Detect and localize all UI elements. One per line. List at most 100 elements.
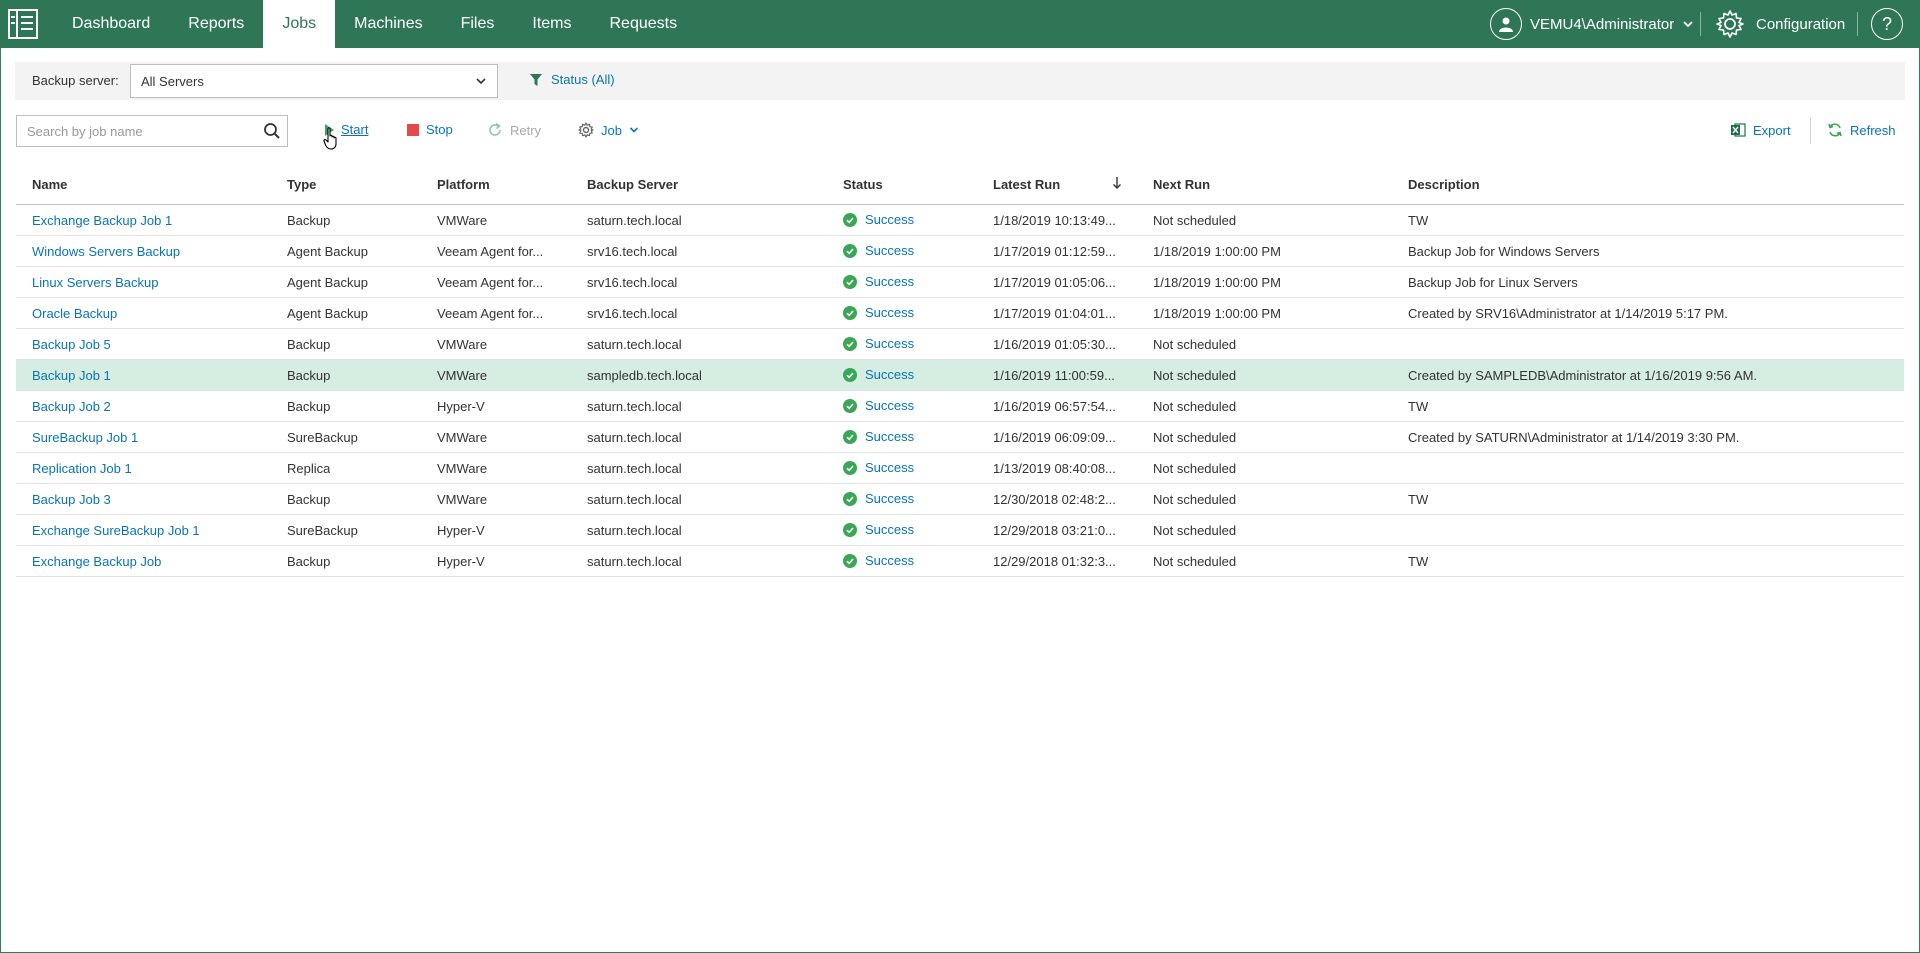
job-status[interactable]: Success — [843, 367, 914, 382]
job-platform: Veeam Agent for... — [437, 275, 544, 290]
job-status-label: Success — [865, 212, 915, 227]
job-name-link[interactable]: Backup Job 2 — [32, 399, 111, 414]
tab-items[interactable]: Items — [513, 0, 590, 48]
job-type: Agent Backup — [287, 306, 368, 321]
table-row[interactable]: Oracle Backup Agent Backup Veeam Agent for… — [16, 298, 1904, 329]
job-type: Backup — [287, 213, 331, 228]
job-status-label: Success — [865, 491, 915, 506]
job-latest-run: 1/17/2019 01:04:01... — [993, 306, 1116, 321]
job-backup-server: saturn.tech.local — [587, 492, 682, 507]
tab-files[interactable]: Files — [442, 0, 514, 48]
job-name-link[interactable]: Backup Job 1 — [32, 368, 111, 383]
job-latest-run: 12/29/2018 01:32:3... — [993, 554, 1116, 569]
job-status[interactable]: Success — [843, 274, 914, 289]
job-name-link[interactable]: Backup Job 5 — [32, 337, 111, 352]
tab-requests[interactable]: Requests — [591, 0, 697, 48]
job-status[interactable]: Success — [843, 429, 914, 444]
column-header-type[interactable]: Type — [287, 177, 316, 192]
job-status-label: Success — [865, 243, 915, 258]
job-name-link[interactable]: Exchange SureBackup Job 1 — [32, 523, 200, 538]
job-backup-server: saturn.tech.local — [587, 213, 682, 228]
job-status[interactable]: Success — [843, 460, 914, 475]
job-next-run: 1/18/2019 1:00:00 PM — [1153, 244, 1281, 259]
column-header-latest-run[interactable]: Latest Run — [993, 177, 1060, 192]
job-name-link[interactable]: Exchange Backup Job — [32, 554, 161, 569]
retry-button[interactable]: Retry — [487, 122, 541, 138]
job-status-label: Success — [865, 398, 915, 413]
tab-machines[interactable]: Machines — [335, 0, 441, 48]
tab-reports[interactable]: Reports — [169, 0, 263, 48]
export-button[interactable]: Export — [1730, 122, 1791, 138]
stop-button[interactable]: Stop — [407, 122, 453, 137]
job-next-run: 1/18/2019 1:00:00 PM — [1153, 275, 1281, 290]
table-row[interactable]: Windows Servers Backup Agent Backup Veeam … — [16, 236, 1904, 267]
table-row[interactable]: Backup Job 1 Backup VMWare sampledb.tech.lo… — [16, 360, 1904, 391]
refresh-button[interactable]: Refresh — [1827, 122, 1896, 138]
job-next-run: Not scheduled — [1153, 213, 1237, 228]
column-header-status[interactable]: Status — [843, 177, 883, 192]
table-row[interactable]: Exchange Backup Job 1 Backup VMWare saturn.… — [16, 205, 1904, 236]
job-name-link[interactable]: Exchange Backup Job 1 — [32, 213, 172, 228]
table-row[interactable]: Backup Job 2 Backup Hyper-V saturn.tech.loc… — [16, 391, 1904, 422]
stop-icon — [407, 123, 419, 136]
job-status[interactable]: Success — [843, 336, 914, 351]
job-platform: VMWare — [437, 213, 488, 228]
job-menu-button[interactable]: Job — [578, 122, 639, 138]
column-header-description[interactable]: Description — [1408, 177, 1480, 192]
divider — [1857, 12, 1858, 36]
user-menu[interactable]: VEMU4\Administrator — [1490, 8, 1694, 40]
job-latest-run: 1/18/2019 10:13:49... — [993, 213, 1116, 228]
job-name-link[interactable]: Replication Job 1 — [32, 461, 132, 476]
job-name-link[interactable]: Linux Servers Backup — [32, 275, 158, 290]
job-name-link[interactable]: SureBackup Job 1 — [32, 430, 138, 445]
table-row[interactable]: Replication Job 1 Replica VMWare saturn.tec… — [16, 453, 1904, 484]
app-logo-icon[interactable] — [6, 8, 40, 40]
job-status[interactable]: Success — [843, 243, 914, 258]
stop-label: Stop — [426, 122, 453, 137]
job-latest-run: 1/16/2019 11:00:59... — [993, 368, 1115, 383]
table-row[interactable]: Backup Job 5 Backup VMWare saturn.tech.loca… — [16, 329, 1904, 360]
job-status[interactable]: Success — [843, 212, 914, 227]
job-name-link[interactable]: Windows Servers Backup — [32, 244, 180, 259]
job-description: Created by SATURN\Administrator at 1/14/… — [1408, 430, 1740, 445]
search-icon[interactable] — [263, 122, 281, 140]
column-header-name[interactable]: Name — [32, 177, 67, 192]
job-latest-run: 1/16/2019 06:09:09... — [993, 430, 1116, 445]
column-header-next-run[interactable]: Next Run — [1153, 177, 1210, 192]
status-filter-button[interactable]: Status (All) — [529, 72, 615, 87]
job-name-link[interactable]: Oracle Backup — [32, 306, 117, 321]
column-header-backup-server[interactable]: Backup Server — [587, 177, 678, 192]
success-check-icon — [843, 212, 857, 227]
success-check-icon — [843, 274, 857, 289]
table-row[interactable]: SureBackup Job 1 SureBackup VMWare saturn.t… — [16, 422, 1904, 453]
success-check-icon — [843, 367, 857, 382]
job-platform: VMWare — [437, 368, 488, 383]
job-status[interactable]: Success — [843, 305, 914, 320]
help-button[interactable]: ? — [1871, 8, 1903, 40]
job-status[interactable]: Success — [843, 491, 914, 506]
success-check-icon — [843, 336, 857, 351]
table-row[interactable]: Linux Servers Backup Agent Backup Veeam Ag… — [16, 267, 1904, 298]
backup-server-select[interactable]: All Servers — [130, 64, 498, 98]
tab-dashboard[interactable]: Dashboard — [53, 0, 169, 48]
job-status-label: Success — [865, 522, 915, 537]
job-platform: Veeam Agent for... — [437, 306, 544, 321]
search-input[interactable] — [17, 116, 247, 146]
user-name: VEMU4\Administrator — [1530, 15, 1675, 33]
column-header-platform[interactable]: Platform — [437, 177, 490, 192]
job-type: SureBackup — [287, 430, 358, 445]
job-latest-run: 12/29/2018 03:21:0... — [993, 523, 1116, 538]
job-status[interactable]: Success — [843, 398, 914, 413]
table-row[interactable]: Exchange Backup Job Backup Hyper-V saturn.t… — [16, 546, 1904, 577]
table-row[interactable]: Exchange SureBackup Job 1 SureBackup Hyper… — [16, 515, 1904, 546]
tab-jobs[interactable]: Jobs — [263, 0, 336, 48]
job-backup-server: sampledb.tech.local — [587, 368, 702, 383]
configuration-button[interactable]: Configuration — [1714, 8, 1845, 40]
job-status-label: Success — [865, 336, 915, 351]
job-status[interactable]: Success — [843, 553, 914, 568]
job-name-link[interactable]: Backup Job 3 — [32, 492, 111, 507]
table-row[interactable]: Backup Job 3 Backup VMWare saturn.tech.loca… — [16, 484, 1904, 515]
job-status[interactable]: Success — [843, 522, 914, 537]
backup-server-value: All Servers — [141, 74, 204, 89]
refresh-icon — [1828, 123, 1842, 137]
